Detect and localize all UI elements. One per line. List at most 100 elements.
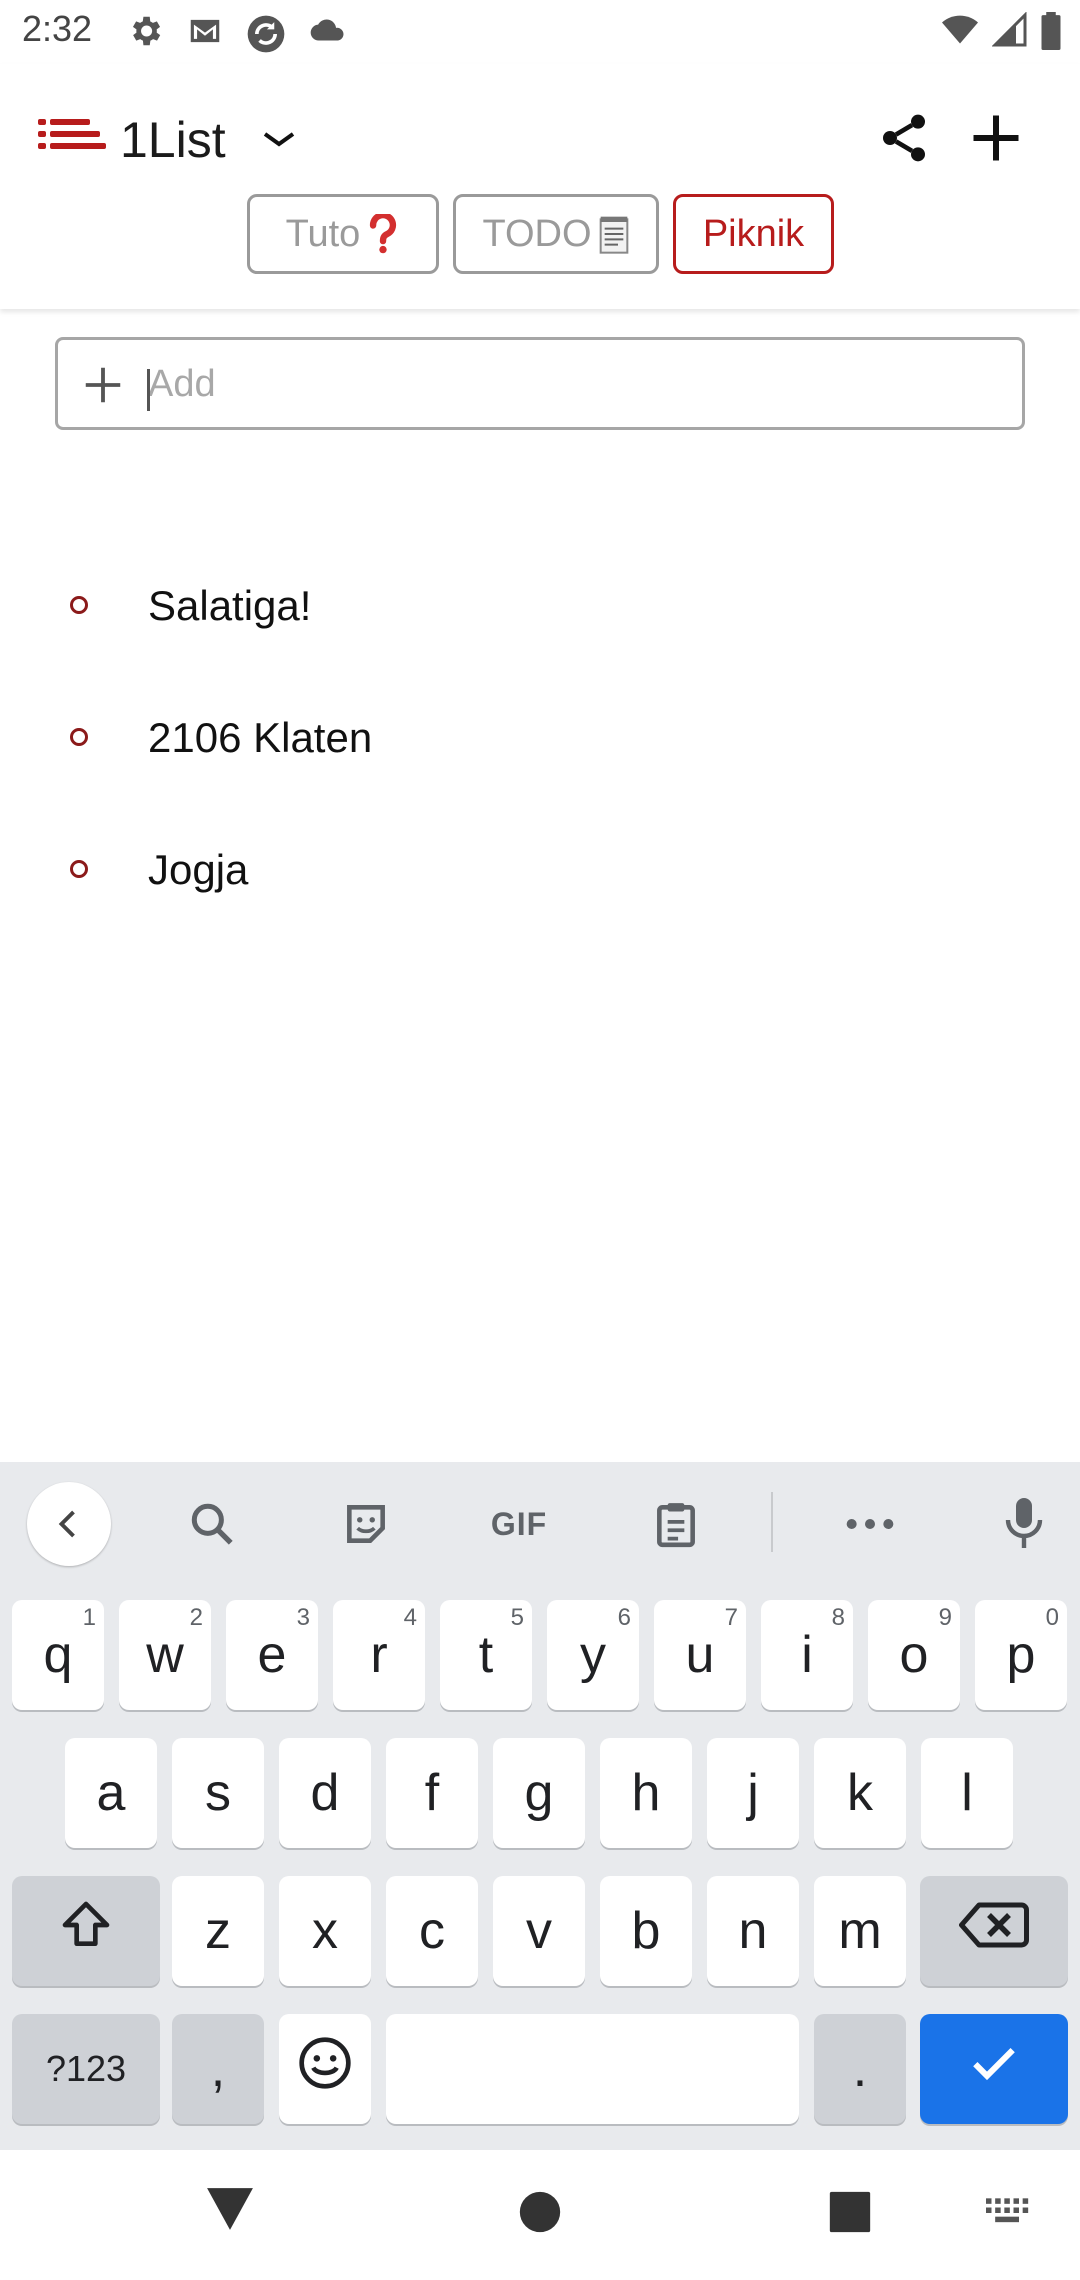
- key-i[interactable]: i8: [761, 1600, 853, 1710]
- key-s[interactable]: s: [172, 1738, 264, 1848]
- bullet-icon[interactable]: [70, 860, 88, 878]
- more-icon[interactable]: [828, 1482, 912, 1566]
- key-label: x: [312, 1902, 338, 1960]
- clipboard-icon[interactable]: [634, 1482, 718, 1566]
- key-label: f: [424, 1764, 440, 1822]
- key-r[interactable]: r4: [333, 1600, 425, 1710]
- back-triangle-icon[interactable]: [205, 2186, 255, 2237]
- list-item[interactable]: Salatiga!: [0, 560, 1080, 692]
- key-g[interactable]: g: [493, 1738, 585, 1848]
- key-label: s: [205, 1764, 231, 1822]
- key-label: c: [419, 1902, 445, 1960]
- sticker-icon[interactable]: [324, 1482, 408, 1566]
- key-k[interactable]: k: [814, 1738, 906, 1848]
- mic-icon[interactable]: [982, 1482, 1066, 1566]
- key-label: n: [738, 1902, 768, 1960]
- key-o[interactable]: o9: [868, 1600, 960, 1710]
- chevron-down-icon[interactable]: [262, 130, 296, 155]
- search-icon[interactable]: [170, 1482, 254, 1566]
- key-label: i: [801, 1626, 813, 1684]
- key-b[interactable]: b: [600, 1876, 692, 1986]
- key-label: b: [631, 1902, 661, 1960]
- item-text[interactable]: Jogja: [148, 846, 248, 894]
- item-text[interactable]: 2106 Klaten: [148, 714, 372, 762]
- backspace-icon: [959, 1900, 1029, 1963]
- share-icon[interactable]: [876, 110, 932, 171]
- key-m[interactable]: m: [814, 1876, 906, 1986]
- key-hint: 5: [510, 1604, 524, 1631]
- key-z[interactable]: z: [172, 1876, 264, 1986]
- gif-icon[interactable]: GIF: [477, 1482, 561, 1566]
- gmail-icon: [186, 12, 224, 55]
- key-e[interactable]: e3: [226, 1600, 318, 1710]
- key-label: v: [526, 1902, 552, 1960]
- bullet-icon[interactable]: [70, 728, 88, 746]
- key-label: p: [1006, 1626, 1036, 1684]
- text-cursor: [147, 369, 150, 411]
- key-d[interactable]: d: [279, 1738, 371, 1848]
- recents-square-icon[interactable]: [828, 2190, 872, 2239]
- emoji-icon: [297, 2035, 353, 2104]
- symbols-key[interactable]: ?123: [12, 2014, 160, 2124]
- list-logo-icon: [38, 116, 108, 161]
- key-c[interactable]: c: [386, 1876, 478, 1986]
- key-h[interactable]: h: [600, 1738, 692, 1848]
- settings-icon: [126, 12, 164, 55]
- key-u[interactable]: u7: [654, 1600, 746, 1710]
- shift-key[interactable]: [12, 1876, 160, 1986]
- tab-label: TODO: [482, 212, 592, 255]
- key-p[interactable]: p0: [975, 1600, 1067, 1710]
- key-t[interactable]: t5: [440, 1600, 532, 1710]
- tab-todo[interactable]: TODO: [453, 194, 659, 274]
- app-header: 1List Tuto TODO Piknik: [0, 64, 1080, 309]
- key-y[interactable]: y6: [547, 1600, 639, 1710]
- app-title[interactable]: 1List: [120, 111, 226, 169]
- key-n[interactable]: n: [707, 1876, 799, 1986]
- add-item-input[interactable]: [148, 354, 988, 414]
- key-label: m: [838, 1902, 882, 1960]
- key-hint: 3: [296, 1604, 310, 1631]
- key-label: g: [524, 1764, 554, 1822]
- key-hint: 6: [617, 1604, 631, 1631]
- key-l[interactable]: l: [921, 1738, 1013, 1848]
- key-label: k: [847, 1764, 873, 1822]
- question-icon: [366, 214, 400, 254]
- key-x[interactable]: x: [279, 1876, 371, 1986]
- key-a[interactable]: a: [65, 1738, 157, 1848]
- key-hint: 2: [189, 1604, 203, 1631]
- key-label: l: [961, 1764, 973, 1822]
- key-label: ?123: [45, 2048, 127, 2089]
- period-key[interactable]: .: [814, 2014, 906, 2124]
- key-label: z: [205, 1902, 231, 1960]
- back-icon[interactable]: [27, 1482, 111, 1566]
- add-icon[interactable]: [966, 108, 1026, 173]
- item-text[interactable]: Salatiga!: [148, 582, 311, 630]
- comma-key[interactable]: ,: [172, 2014, 264, 2124]
- emoji-key[interactable]: [279, 2014, 371, 2124]
- key-q[interactable]: q1: [12, 1600, 104, 1710]
- key-label: w: [146, 1626, 184, 1684]
- key-v[interactable]: v: [493, 1876, 585, 1986]
- keyboard-switch-icon[interactable]: [986, 2198, 1030, 2233]
- key-label: j: [747, 1764, 759, 1822]
- home-circle-icon[interactable]: [518, 2190, 562, 2239]
- add-item-field[interactable]: [55, 337, 1025, 430]
- key-label: u: [685, 1626, 715, 1684]
- space-key[interactable]: [386, 2014, 799, 2124]
- bullet-icon[interactable]: [70, 596, 88, 614]
- battery-icon: [1040, 12, 1062, 55]
- backspace-key[interactable]: [920, 1876, 1068, 1986]
- enter-key[interactable]: [920, 2014, 1068, 2124]
- tab-piknik[interactable]: Piknik: [673, 194, 834, 274]
- key-label: .: [852, 2040, 868, 2098]
- key-j[interactable]: j: [707, 1738, 799, 1848]
- key-hint: 1: [82, 1604, 96, 1631]
- key-w[interactable]: w2: [119, 1600, 211, 1710]
- list-item[interactable]: Jogja: [0, 824, 1080, 956]
- key-hint: 7: [724, 1604, 738, 1631]
- key-f[interactable]: f: [386, 1738, 478, 1848]
- list-item[interactable]: 2106 Klaten: [0, 692, 1080, 824]
- tab-tuto[interactable]: Tuto: [247, 194, 439, 274]
- wifi-icon: [940, 12, 980, 55]
- key-label: y: [580, 1626, 606, 1684]
